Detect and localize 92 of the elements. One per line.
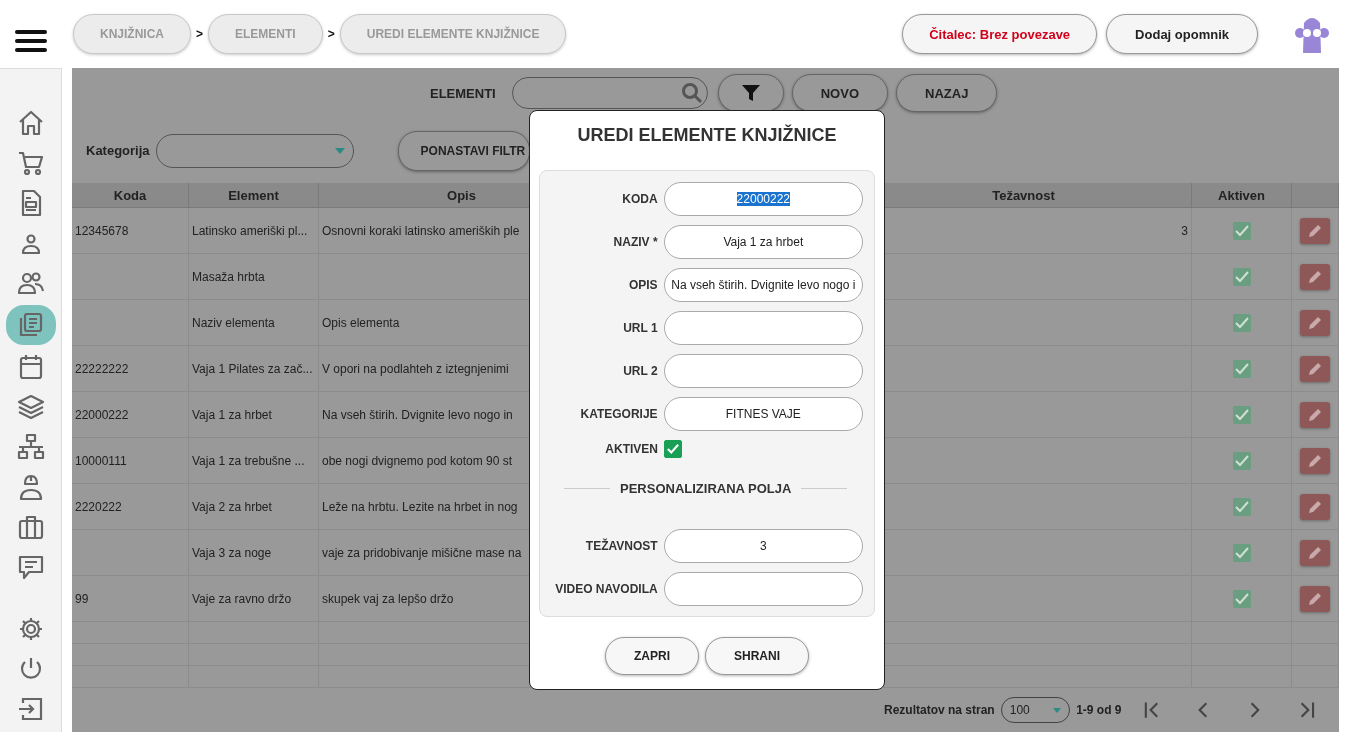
dialog-button[interactable]: ZAPRI [605,637,699,675]
table-cell: Vaja 1 za trebušne ... [189,438,319,484]
column-header: Aktiven [1192,183,1292,208]
edit-button[interactable] [1300,539,1330,566]
pencil-icon [1307,544,1323,561]
pencil-icon [1307,360,1323,377]
field-label: AKTIVEN [604,442,658,456]
table-cell: Latinsko ameriški pl... [189,208,319,254]
menu-icon[interactable] [15,30,47,52]
page-size-label: Rezultatov na stran [884,703,995,717]
caret-icon [1053,707,1062,713]
input-field[interactable] [663,572,863,606]
checkbox[interactable] [1232,405,1251,424]
edit-button[interactable] [1300,355,1330,382]
checkbox[interactable] [1232,359,1251,378]
checkbox[interactable] [1232,589,1251,608]
edit-button[interactable] [1300,585,1330,612]
field-label: URL 1 [622,321,658,335]
table-cell: 99 [72,576,189,622]
cart-icon [16,149,45,177]
table-cell: 22222222 [72,346,189,392]
pencil-icon [1307,452,1323,469]
pencil-icon [1307,406,1323,423]
pencil-icon [1307,222,1323,239]
pencil-icon [1307,268,1323,285]
table-cell: 22000222 [72,392,189,438]
reset-filter-button[interactable]: PONASTAVI FILTR [397,130,531,171]
dropdown-icon [334,147,345,154]
edit-button[interactable] [1300,217,1330,244]
table-cell: 10000111 [72,438,189,484]
table-cell: Vaja 3 za noge [189,530,319,576]
checkbox[interactable] [664,440,682,458]
section-title: PERSONALIZIRANA POLJA [620,481,792,496]
input-field[interactable]: 22000222 [663,182,863,216]
checkbox[interactable] [1232,543,1251,562]
edit-button[interactable] [1300,493,1330,520]
sidebar-button[interactable] [5,305,56,345]
table-cell: Naziv elementa [189,300,319,346]
input-field[interactable]: Na vseh štirih. Dvignite levo nogo i [663,268,863,302]
filter-icon [740,83,761,103]
table-cell: Vaja 1 Pilates za zač... [189,346,319,392]
page-range: 1-9 od 9 [1076,703,1122,717]
dialog-button[interactable]: SHRANI [705,637,809,675]
table-cell: Masaža hrbta [189,254,319,300]
input-field[interactable] [663,354,863,388]
table-cell: 12345678 [72,208,189,254]
input-field[interactable] [663,311,863,345]
breadcrumb-separator: > [327,27,335,41]
field-label: URL 2 [622,364,658,378]
filter-label: Kategorija [86,143,150,158]
filter-button[interactable] [717,74,784,112]
breadcrumb-separator: > [196,27,204,41]
layers-icon [16,393,45,421]
field-label: OPIS [627,278,658,292]
category-select[interactable] [155,133,354,168]
field-label: KODA [621,192,658,206]
header-button[interactable]: Dodaj opomnik [1106,14,1258,54]
table-cell [1292,644,1339,666]
briefcase-icon [16,513,45,541]
table-cell: Vaje za ravno držo [189,576,319,622]
search-icon[interactable] [680,82,703,104]
column-header: Element [189,183,319,208]
edit-button[interactable] [1300,263,1330,290]
table-cell: Vaja 2 za hrbet [189,484,319,530]
field-label: NAZIV * [612,235,658,249]
input-field[interactable]: 3 [663,529,863,563]
table-cell: Vaja 1 za hrbet [189,392,319,438]
table-cell: 2220222 [72,484,189,530]
pencil-icon [1307,590,1323,607]
checkbox[interactable] [1232,221,1251,240]
dialog-title: UREDI ELEMENTE KNJIŽNICE [577,125,837,147]
input-field[interactable]: Vaja 1 za hrbet [663,225,863,259]
network-icon [16,433,45,461]
table-cell [1292,666,1339,688]
checkbox[interactable] [1232,497,1251,516]
checkbox[interactable] [1232,313,1251,332]
pencil-icon [1307,314,1323,331]
people-icon [16,269,45,297]
pencil-icon [1307,498,1323,515]
header-button[interactable]: Čitalec: Brez povezave [902,14,1098,54]
column-header: Koda [72,183,189,208]
toolbar-button[interactable]: NAZAJ [896,74,998,112]
checkbox[interactable] [1232,267,1251,286]
search-label: ELEMENTI [430,85,496,101]
input-field[interactable]: FITNES VAJE [663,397,863,431]
toolbar-button[interactable]: NOVO [791,74,889,112]
edit-button[interactable] [1300,309,1330,336]
chat-icon [16,553,45,581]
edit-button[interactable] [1300,447,1330,474]
logout-icon [16,695,45,723]
checkbox[interactable] [1232,451,1251,470]
edit-button[interactable] [1300,401,1330,428]
